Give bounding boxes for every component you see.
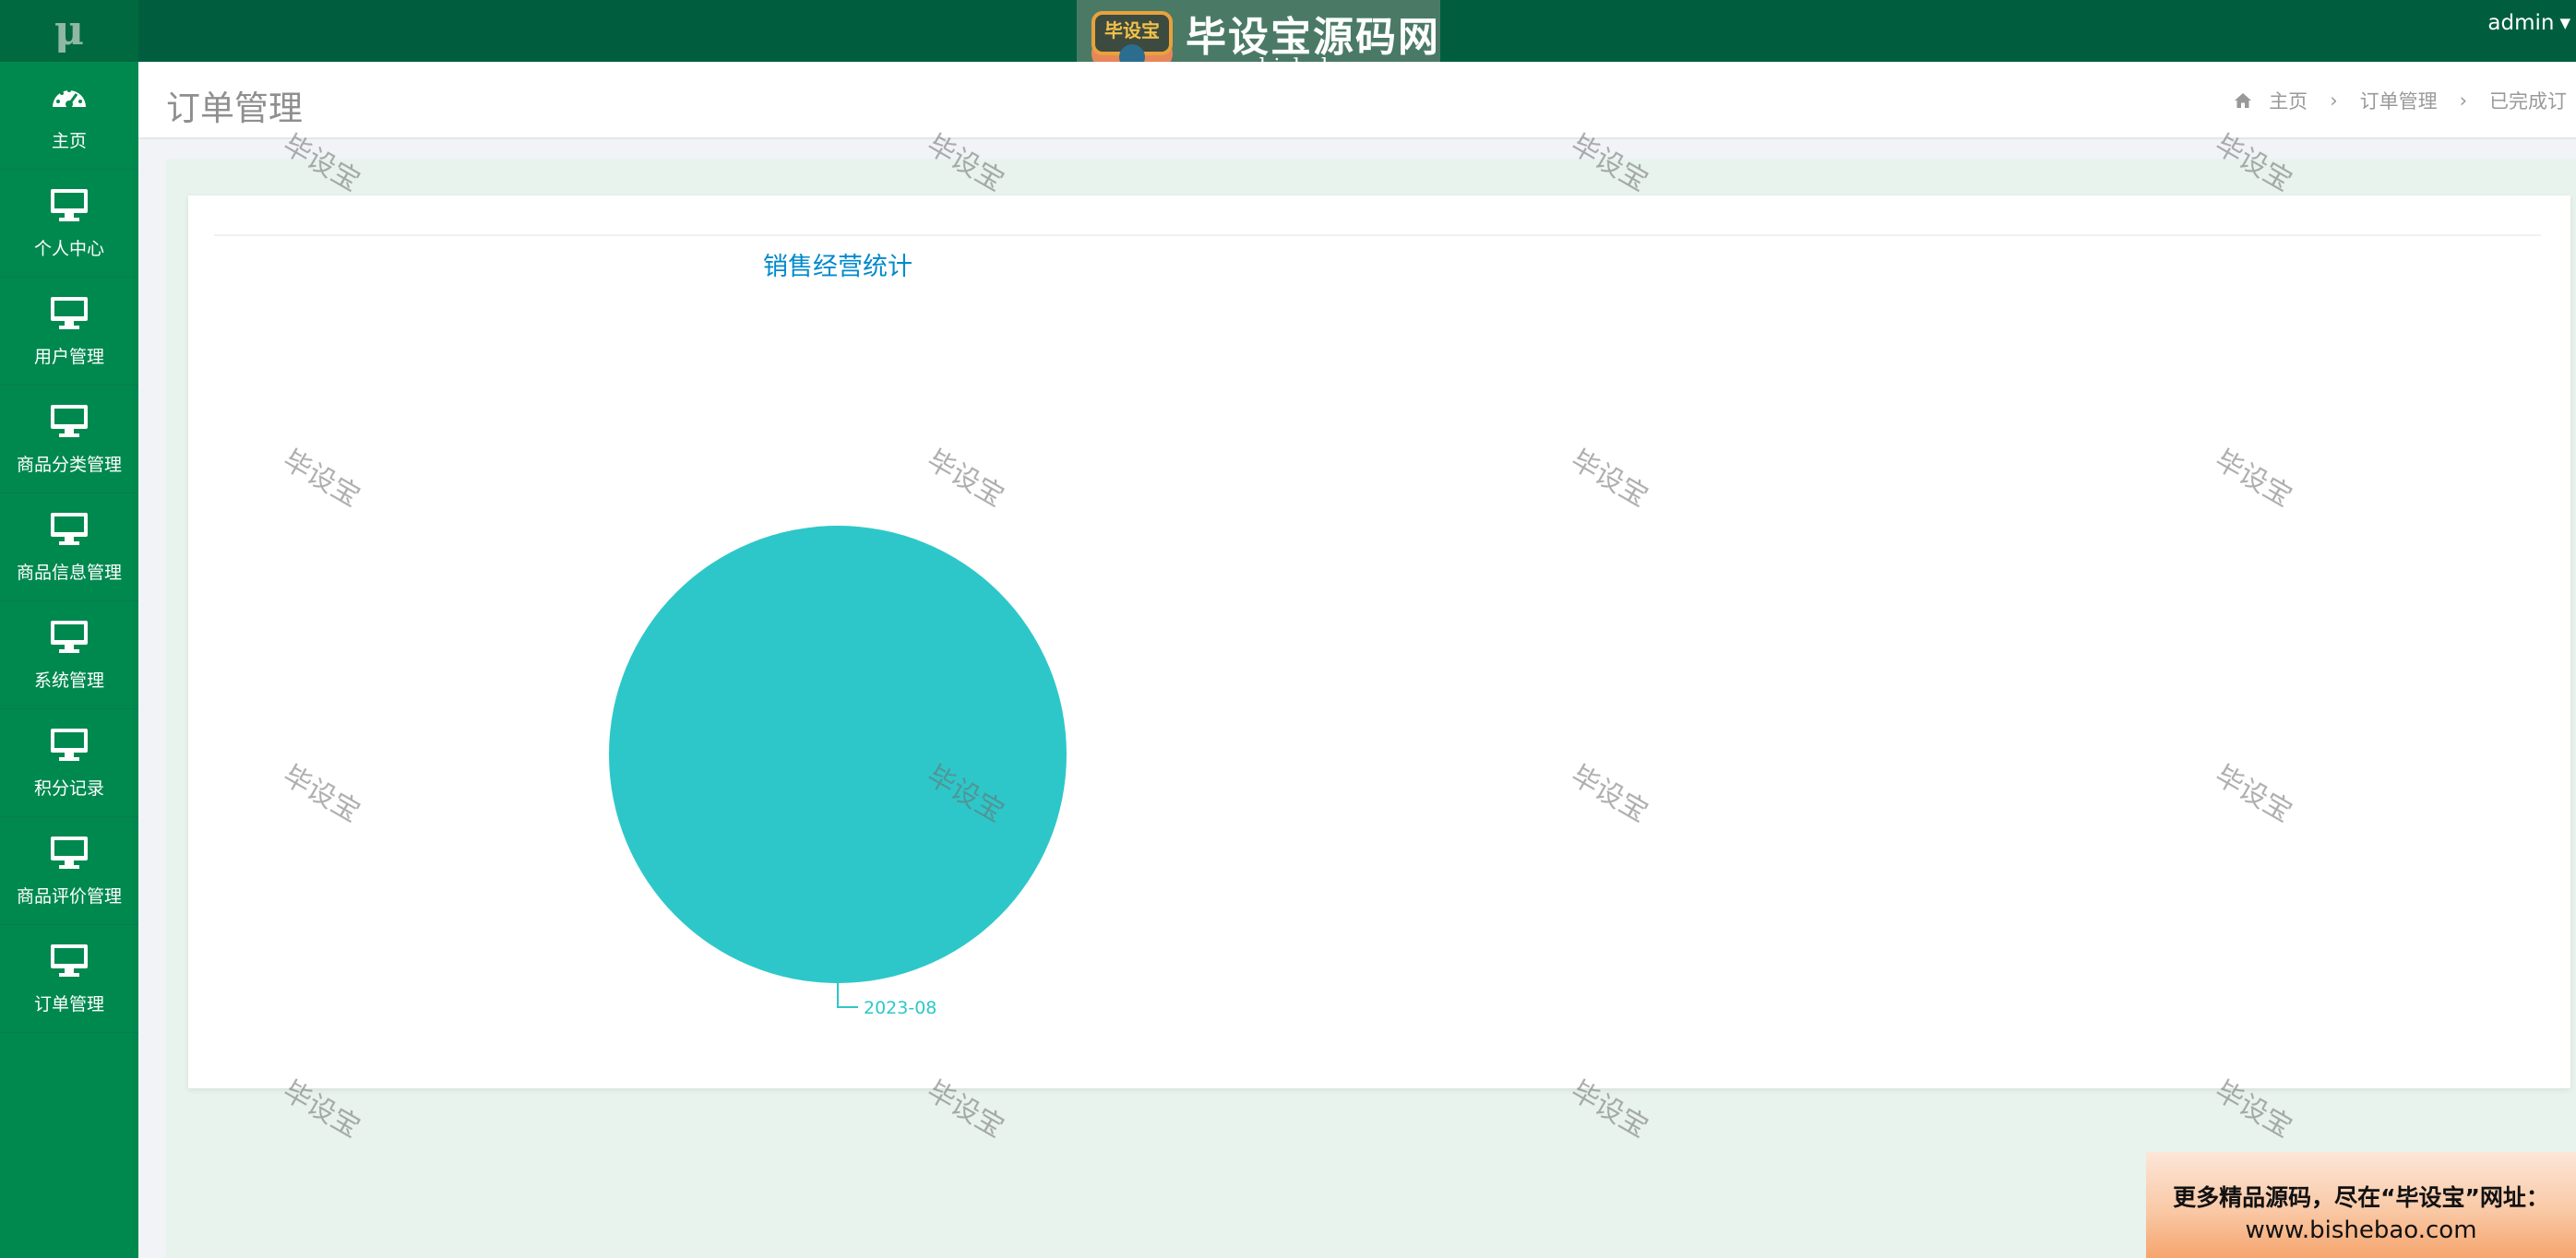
breadcrumb-home-link[interactable]: 主页 [2269, 87, 2308, 114]
sales-pie-chart: 销售经营统计 2023-08 [609, 253, 1067, 1018]
app-logo[interactable]: μ [0, 0, 138, 62]
sidebar-item-label: 商品评价管理 [16, 885, 122, 907]
sidebar-item-label: 主页 [51, 130, 87, 151]
sidebar-item-label: 商品分类管理 [16, 454, 122, 475]
monitor-icon [51, 512, 88, 545]
home-icon [2235, 93, 2252, 108]
sidebar: 主页 个人中心 用户管理 商品分类管理 商品信息管理 系统管理 积分记录 商品评… [0, 62, 138, 1258]
promo-banner[interactable]: 更多精品源码，尽在“毕设宝”网址： www.bishebao.com [2146, 1152, 2576, 1258]
sidebar-item-personal-center[interactable]: 个人中心 [0, 170, 138, 278]
user-menu-dropdown[interactable]: admin ▼ [2487, 0, 2576, 46]
breadcrumb: 主页 › 订单管理 › 已完成订 [2234, 87, 2576, 114]
sidebar-item-label: 订单管理 [33, 993, 104, 1015]
dashboard-icon [53, 88, 86, 108]
sidebar-item-system-management[interactable]: 系统管理 [0, 601, 138, 709]
pie-slice[interactable] [609, 526, 1067, 983]
monitor-icon [51, 836, 88, 869]
sidebar-item-user-management[interactable]: 用户管理 [0, 278, 138, 386]
pie-slice-label: 2023-08 [864, 998, 936, 1018]
sidebar-item-review-management[interactable]: 商品评价管理 [0, 817, 138, 925]
chart-title: 销售经营统计 [763, 253, 912, 281]
brand-badge-text: 毕设宝 [1104, 19, 1160, 42]
monitor-icon [51, 620, 88, 653]
sidebar-item-label: 商品信息管理 [16, 562, 122, 583]
sidebar-item-label: 系统管理 [33, 670, 104, 691]
monitor-icon [51, 944, 88, 977]
breadcrumb-order-management-link[interactable]: 订单管理 [2360, 87, 2438, 114]
monitor-icon [51, 188, 88, 221]
brand-name: 毕设宝源码网 [1186, 14, 1440, 61]
sidebar-item-label: 用户管理 [33, 346, 104, 367]
caret-down-icon: ▼ [2559, 15, 2570, 31]
monitor-icon [51, 296, 88, 329]
page-title: 订单管理 [166, 89, 303, 128]
pie-label-line [837, 983, 858, 1008]
sidebar-item-label: 个人中心 [33, 238, 104, 259]
sidebar-item-category-management[interactable]: 商品分类管理 [0, 386, 138, 493]
promo-url: www.bishebao.com [2245, 1216, 2477, 1244]
chevron-right-icon: › [2330, 89, 2338, 112]
page-header: 订单管理 主页 › 订单管理 › 已完成订 [138, 62, 2576, 139]
username-label: admin [2487, 11, 2555, 35]
sidebar-item-points-records[interactable]: 积分记录 [0, 709, 138, 817]
chevron-right-icon: › [2459, 89, 2467, 112]
sidebar-item-home[interactable]: 主页 [0, 62, 138, 170]
monitor-icon [51, 728, 88, 761]
breadcrumb-current: 已完成订 [2489, 90, 2567, 113]
chart-panel: 销售经营统计 2023-08 [188, 196, 2570, 1088]
sidebar-item-order-management[interactable]: 订单管理 [0, 925, 138, 1033]
monitor-icon [51, 404, 88, 437]
sidebar-item-label: 积分记录 [33, 777, 104, 799]
sidebar-item-product-management[interactable]: 商品信息管理 [0, 493, 138, 601]
promo-text: 更多精品源码，尽在“毕设宝”网址： [2173, 1184, 2549, 1211]
